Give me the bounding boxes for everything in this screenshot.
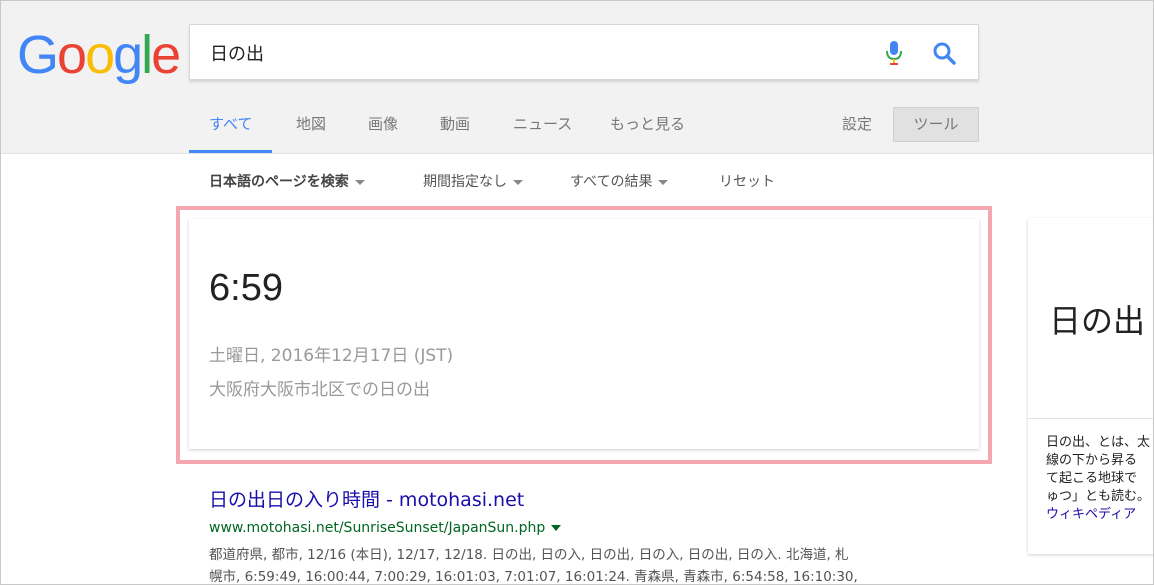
tab-all[interactable]: すべて xyxy=(189,105,273,153)
description-line: て起こる地球で xyxy=(1046,471,1138,486)
time-filter[interactable]: 期間指定なし xyxy=(423,171,523,191)
sunrise-date: 土曜日, 2016年12月17日 (JST) xyxy=(209,346,454,366)
reset-filter[interactable]: リセット xyxy=(719,171,775,191)
sunrise-time: 6:59 xyxy=(209,267,283,309)
logo-letter: o xyxy=(85,25,115,85)
results-filter-label: すべての結果 xyxy=(570,174,653,190)
microphone-icon[interactable] xyxy=(882,39,906,67)
logo-letter: g xyxy=(113,25,143,85)
wikipedia-link[interactable]: ウィキペディア xyxy=(1046,506,1153,524)
sunrise-answer-card: 6:59 土曜日, 2016年12月17日 (JST) 大阪府大阪市北区での日の… xyxy=(189,219,979,449)
description-line: 線の下から昇る xyxy=(1046,453,1138,468)
result-url-text: www.motohasi.net/SunriseSunset/JapanSun.… xyxy=(209,520,546,536)
settings-link[interactable]: 設定 xyxy=(842,113,872,134)
results-filter[interactable]: すべての結果 xyxy=(570,171,669,191)
description-line: 日の出、とは、太 xyxy=(1046,435,1151,450)
dropdown-caret-icon xyxy=(658,179,669,185)
divider xyxy=(1028,418,1153,419)
dropdown-caret-icon xyxy=(513,179,523,185)
google-logo[interactable]: Google xyxy=(17,25,181,85)
search-result: 日の出日の入り時間 - motohasi.net www.motohasi.ne… xyxy=(209,485,969,585)
tab-maps[interactable]: 地図 xyxy=(296,105,326,153)
knowledge-panel-title: 日の出 xyxy=(1049,302,1146,340)
search-input[interactable] xyxy=(210,39,850,67)
logo-letter: l xyxy=(141,25,153,85)
logo-letter: G xyxy=(17,25,59,85)
time-filter-label: 期間指定なし xyxy=(423,174,507,190)
logo-letter: o xyxy=(57,25,87,85)
browser-frame: Google すべて 地図 画像 xyxy=(0,0,1154,585)
header: Google すべて 地図 画像 xyxy=(1,1,1153,154)
dropdown-caret-icon xyxy=(354,179,365,185)
description-line: ゅつ」とも読む。 xyxy=(1046,489,1151,504)
language-filter[interactable]: 日本語のページを検索 xyxy=(209,171,365,191)
search-box xyxy=(189,24,979,80)
tab-news[interactable]: ニュース xyxy=(513,105,572,153)
tools-button[interactable]: ツール xyxy=(893,107,979,142)
url-dropdown-icon[interactable] xyxy=(551,525,562,531)
result-title-link[interactable]: 日の出日の入り時間 - motohasi.net xyxy=(209,485,969,512)
snippet-line: 都道府県, 都市, 12/16 (本日), 12/17, 12/18. 日の出,… xyxy=(209,547,849,563)
search-icon[interactable] xyxy=(930,39,960,67)
knowledge-panel: 日の出 日の出、とは、太 線の下から昇る て起こる地球で ゅつ」とも読む。 ウィ… xyxy=(1028,218,1153,554)
sunrise-location: 大阪府大阪市北区での日の出 xyxy=(209,380,430,400)
tab-videos[interactable]: 動画 xyxy=(440,105,470,153)
logo-letter: e xyxy=(151,25,181,85)
result-snippet: 都道府県, 都市, 12/16 (本日), 12/17, 12/18. 日の出,… xyxy=(209,544,969,585)
tab-more[interactable]: もっと見る xyxy=(610,105,685,153)
tab-images[interactable]: 画像 xyxy=(368,105,398,153)
snippet-line: 幌市, 6:59:49, 16:00:44, 7:00:29, 16:01:03… xyxy=(209,569,858,585)
result-url[interactable]: www.motohasi.net/SunriseSunset/JapanSun.… xyxy=(209,520,969,536)
language-filter-label: 日本語のページを検索 xyxy=(209,174,349,190)
knowledge-panel-description: 日の出、とは、太 線の下から昇る て起こる地球で ゅつ」とも読む。 ウィキペディ… xyxy=(1046,434,1153,524)
